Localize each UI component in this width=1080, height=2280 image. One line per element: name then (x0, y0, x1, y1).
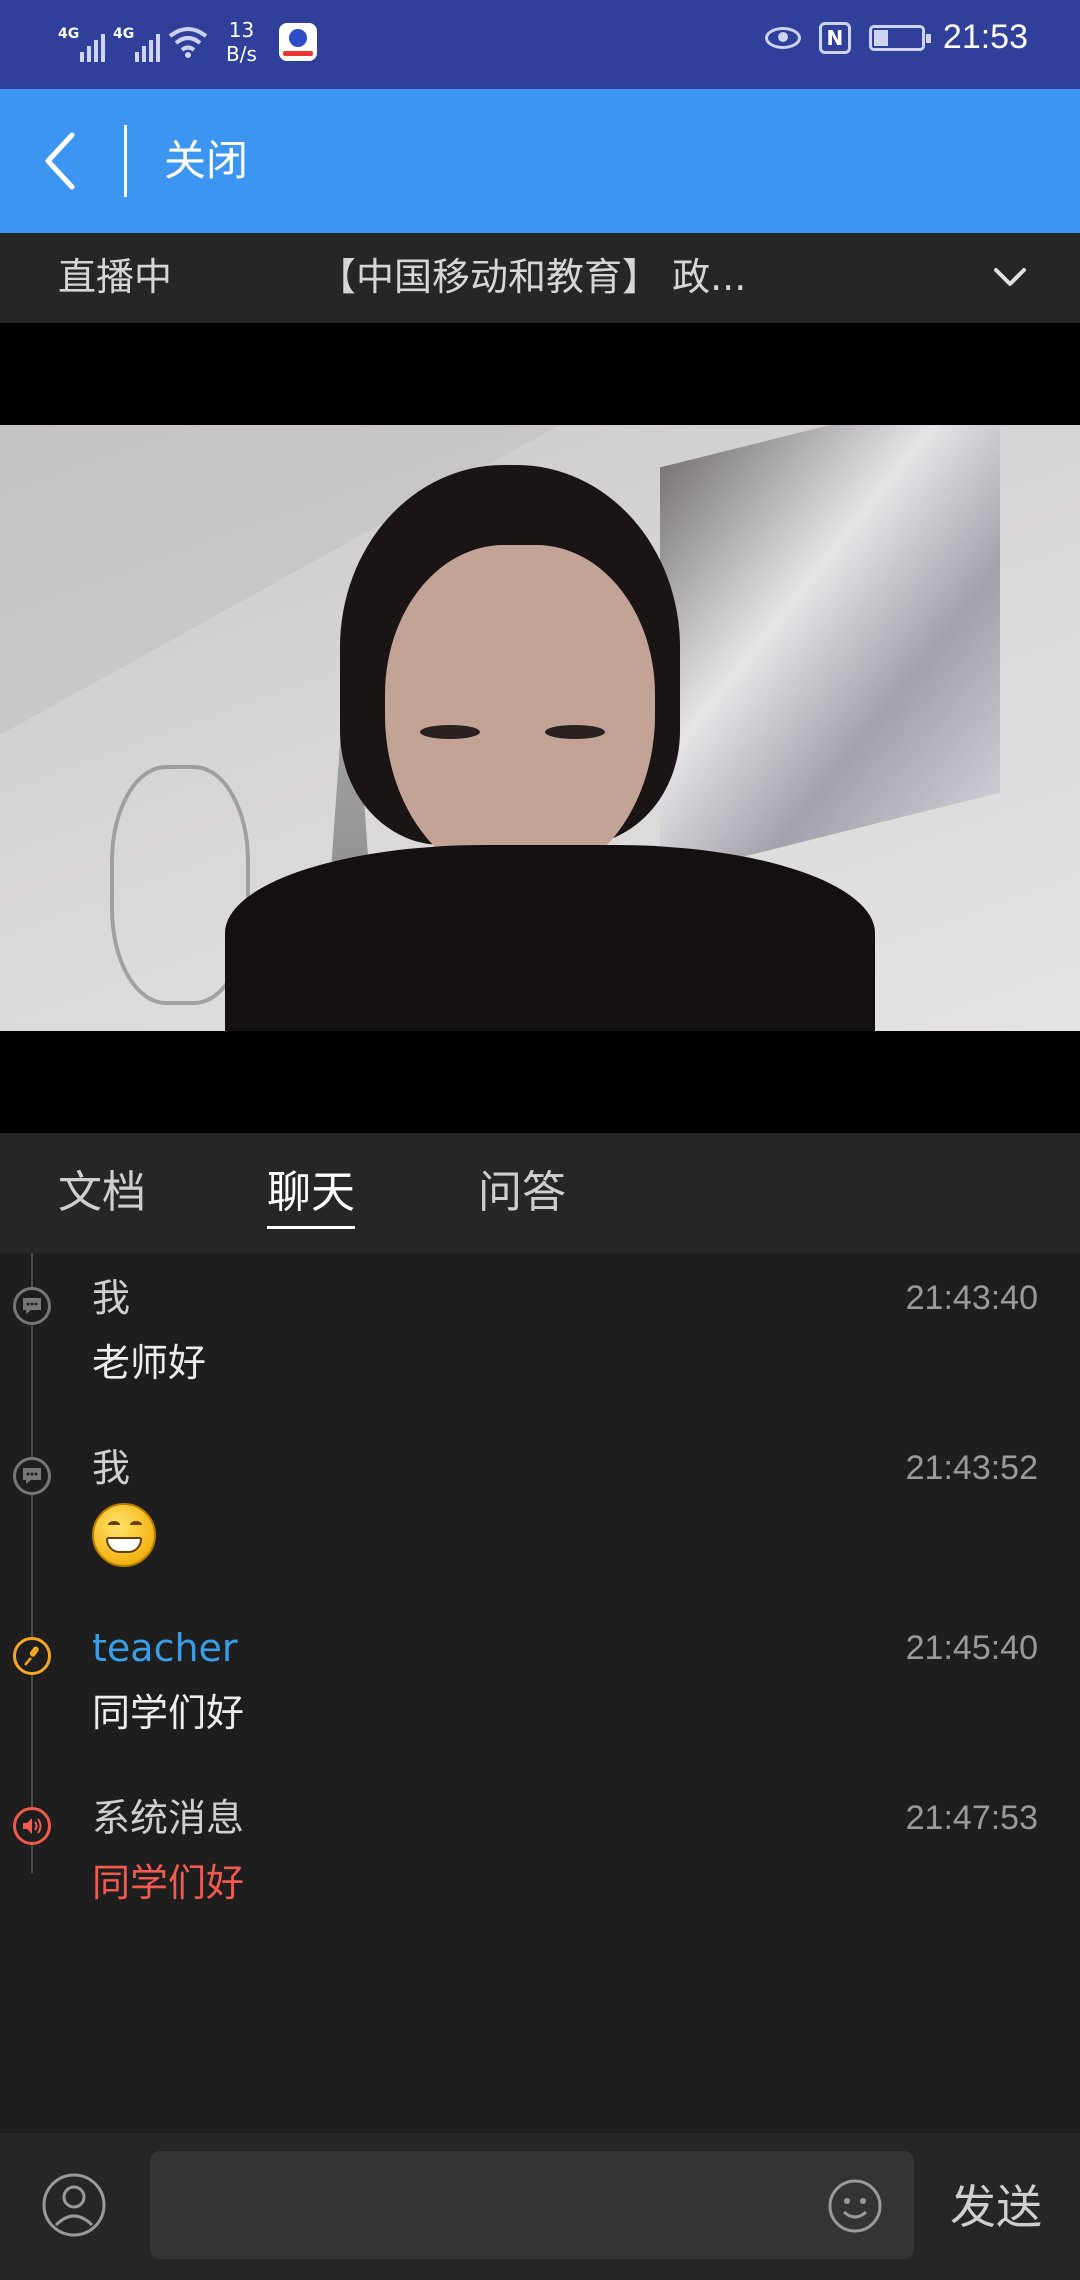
sender-name: 系统消息 (92, 1796, 245, 1840)
sender-name: teacher (92, 1626, 238, 1670)
message-time: 21:47:53 (905, 1799, 1038, 1837)
network-type-label: 4G (58, 26, 80, 42)
eye-comfort-icon (764, 26, 801, 49)
tab-qa[interactable]: 问答 (478, 1163, 566, 1223)
user-icon[interactable] (40, 2171, 108, 2239)
divider (124, 125, 127, 197)
message-input[interactable] (170, 2151, 810, 2259)
sender-name: 我 (92, 1446, 131, 1490)
live-title: 【中国移动和教育】 政... (318, 255, 747, 299)
wifi-icon (168, 27, 208, 58)
live-status-label: 直播中 (58, 255, 173, 299)
baidu-app-icon (278, 23, 317, 61)
top-bar: 关闭 (0, 89, 1080, 233)
message-time: 21:45:40 (905, 1629, 1038, 1667)
cell-signal-icon: 4G (58, 22, 105, 62)
live-info-bar[interactable]: 直播中 【中国移动和教育】 政... (0, 233, 1080, 323)
message-text: 同学们好 (92, 1691, 245, 1735)
cell-signal-icon-2: 4G (113, 22, 160, 62)
tab-documents[interactable]: 文档 (58, 1163, 146, 1223)
chevron-down-icon[interactable] (990, 257, 1030, 297)
sender-name: 我 (92, 1276, 131, 1320)
grinning-face-emoji (92, 1503, 156, 1567)
tab-bar: 文档 聊天 问答 (0, 1133, 1080, 1253)
status-bar: 4G 4G 13 B/s N 21:53 (0, 0, 1080, 89)
speed-unit: B/s (226, 42, 257, 66)
battery-icon (868, 24, 931, 51)
timeline-line (31, 1253, 33, 1873)
speed-value: 13 (228, 18, 255, 42)
speaker-icon (13, 1807, 51, 1845)
back-arrow-icon (45, 132, 75, 190)
video-frame (0, 425, 1080, 1031)
chat-bubble-icon (13, 1457, 51, 1495)
nfc-icon: N (818, 21, 851, 54)
back-button[interactable] (30, 119, 94, 203)
chat-input-bar: 发送 (0, 2133, 1080, 2280)
emoji-icon[interactable] (826, 2177, 884, 2235)
network-type-label-2: 4G (113, 26, 135, 42)
message-time: 21:43:40 (905, 1279, 1038, 1317)
network-speed: 13 B/s (226, 18, 257, 66)
video-player[interactable] (0, 323, 1080, 1133)
message-text: 同学们好 (92, 1861, 245, 1905)
tab-chat[interactable]: 聊天 (267, 1163, 355, 1229)
message-input-box[interactable] (150, 2151, 914, 2259)
chat-bubble-icon (13, 1287, 51, 1325)
clock: 21:53 (942, 18, 1028, 56)
microphone-icon (13, 1637, 51, 1675)
message-text: 老师好 (92, 1341, 207, 1385)
chat-list[interactable]: 我 21:43:40 老师好 我 21:43:52 teacher 21:45:… (0, 1253, 1080, 2133)
close-button[interactable]: 关闭 (164, 133, 248, 189)
send-button[interactable]: 发送 (950, 2177, 1042, 2237)
message-time: 21:43:52 (905, 1449, 1038, 1487)
